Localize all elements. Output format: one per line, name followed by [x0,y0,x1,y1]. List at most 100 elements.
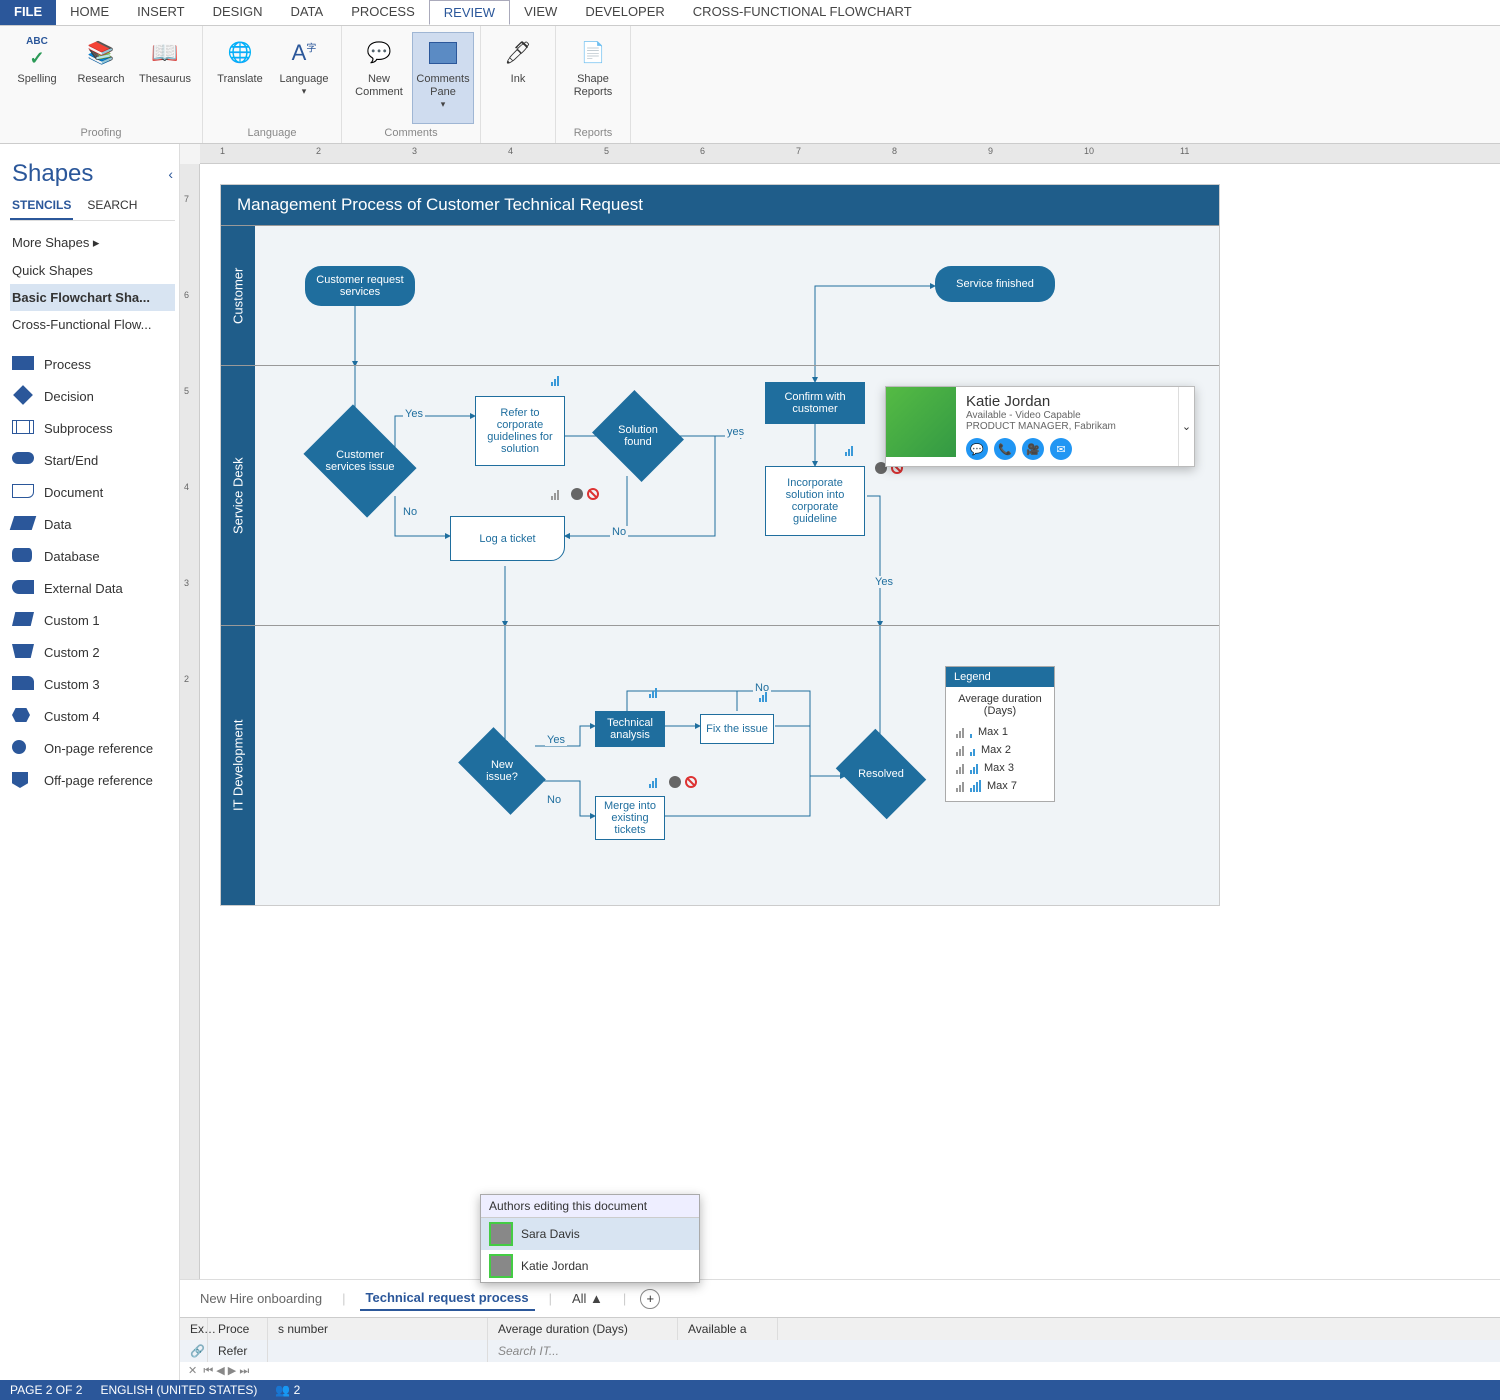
flowchart-title: Management Process of Customer Technical… [221,185,1219,225]
node-log-ticket[interactable]: Log a ticket [450,516,565,561]
comments-pane-button[interactable]: Comments Pane▾ [412,32,474,124]
col-header[interactable]: s number [268,1318,488,1340]
node-new-issue[interactable]: New issue? [465,746,539,796]
tab-cross-functional-flowchart[interactable]: CROSS-FUNCTIONAL FLOWCHART [679,0,926,25]
search-placeholder[interactable]: Search IT... [488,1340,1500,1362]
contact-name: Katie Jordan [966,393,1168,410]
node-solution-found[interactable]: Solution found [603,406,673,466]
node-refer-guidelines[interactable]: Refer to corporate guidelines for soluti… [475,396,565,466]
shape-icon [12,612,34,628]
contact-card[interactable]: Katie Jordan Available - Video Capable P… [885,386,1195,467]
mail-icon[interactable]: ✉ [1050,438,1072,460]
node-customer-issue[interactable]: Customer services issue [315,426,405,496]
new-comment-button[interactable]: 💬New Comment [348,32,410,124]
tab-view[interactable]: VIEW [510,0,571,25]
col-header[interactable]: Available a [678,1318,778,1340]
coauthor-blocked-icon [649,774,697,789]
node-resolved[interactable]: Resolved [845,746,917,802]
shape-document[interactable]: Document [10,476,175,508]
ink-button[interactable]: 🖊Ink [487,32,549,124]
collapse-icon[interactable]: ‹ [168,166,173,182]
col-header[interactable]: Average duration (Days) [488,1318,678,1340]
shape-custom-3[interactable]: Custom 3 [10,668,175,700]
lane-service-desk: Service Desk [221,366,255,625]
stencil-link[interactable]: Quick Shapes [10,257,175,284]
flowchart[interactable]: Management Process of Customer Technical… [220,184,1220,906]
node-fix-issue[interactable]: Fix the issue [700,714,774,744]
shape-start-end[interactable]: Start/End [10,444,175,476]
video-icon[interactable]: 🎥 [1022,438,1044,460]
group-label: Proofing [81,127,122,141]
call-icon[interactable]: 📞 [994,438,1016,460]
edge-no: No [401,506,419,518]
shape-reports-button[interactable]: 📄Shape Reports [562,32,624,124]
thesaurus-button[interactable]: 📖Thesaurus [134,32,196,124]
legend: Legend Average duration (Days) Max 1 Max… [945,666,1055,802]
tab-design[interactable]: DESIGN [199,0,277,25]
shape-external-data[interactable]: External Data [10,572,175,604]
page-tab[interactable]: New Hire onboarding [194,1287,328,1310]
shape-icon [12,548,34,564]
author-row[interactable]: Katie Jordan [481,1250,699,1282]
col-header[interactable]: Proce [208,1318,268,1340]
shapes-tab-stencils[interactable]: STENCILS [10,192,73,220]
cell: Refer [208,1340,268,1362]
shape-icon [12,676,34,692]
stencil-link[interactable]: Basic Flowchart Sha... [10,284,175,311]
tab-home[interactable]: HOME [56,0,123,25]
canvas-area: 1234567891011 765432 Management Process … [180,144,1500,1380]
book-icon: 📖 [149,37,181,69]
external-data-grid[interactable]: Ex… Proce s number Average duration (Day… [180,1317,1500,1380]
legend-row: Max 1 [956,723,1044,741]
stencil-link[interactable]: Cross-Functional Flow... [10,311,175,338]
shape-database[interactable]: Database [10,540,175,572]
chevron-down-icon[interactable]: ⌄ [1178,387,1194,466]
shape-subprocess[interactable]: Subprocess [10,412,175,444]
shape-data[interactable]: Data [10,508,175,540]
stencil-link[interactable]: More Shapes ▸ [10,229,175,257]
language-button[interactable]: A字Language▾ [273,32,335,124]
shape-process[interactable]: Process [10,348,175,380]
chat-icon[interactable]: 💬 [966,438,988,460]
shape-icon [12,516,34,532]
spelling-button[interactable]: ABC✓Spelling [6,32,68,124]
shape-icon [12,420,34,436]
ribbon-tabs: FILEHOMEINSERTDESIGNDATAPROCESSREVIEWVIE… [0,0,1500,26]
node-merge-tickets[interactable]: Merge into existing tickets [595,796,665,840]
status-language[interactable]: ENGLISH (UNITED STATES) [100,1383,257,1397]
expand-cell[interactable]: Ex… [180,1318,208,1340]
tab-insert[interactable]: INSERT [123,0,198,25]
canvas[interactable]: Management Process of Customer Technical… [200,164,1500,1279]
node-incorporate[interactable]: Incorporate solution into corporate guid… [765,466,865,536]
node-confirm-customer[interactable]: Confirm with customer [765,382,865,424]
author-row[interactable]: Sara Davis [481,1218,699,1250]
translate-icon: 🌐 [224,37,256,69]
shape-icon [12,580,34,596]
tab-data[interactable]: DATA [276,0,337,25]
shape-on-page-reference[interactable]: On-page reference [10,732,175,764]
page-tab-active[interactable]: Technical request process [360,1286,535,1311]
research-button[interactable]: 📚Research [70,32,132,124]
shape-custom-2[interactable]: Custom 2 [10,636,175,668]
edge-yes: yes [725,426,746,438]
node-customer-request[interactable]: Customer request services [305,266,415,306]
shape-off-page-reference[interactable]: Off-page reference [10,764,175,796]
filter-all[interactable]: All ▲ [566,1287,609,1310]
shape-custom-4[interactable]: Custom 4 [10,700,175,732]
legend-row: Max 3 [956,759,1044,777]
coauthor-blocked-icon [551,486,599,501]
node-service-finished[interactable]: Service finished [935,266,1055,302]
shapes-tab-search[interactable]: SEARCH [85,192,139,220]
tab-file[interactable]: FILE [0,0,56,25]
shape-custom-1[interactable]: Custom 1 [10,604,175,636]
status-page[interactable]: PAGE 2 OF 2 [10,1383,82,1397]
translate-button[interactable]: 🌐Translate [209,32,271,124]
shape-decision[interactable]: Decision [10,380,175,412]
add-page-button[interactable]: + [640,1289,660,1309]
coauthor-icon[interactable]: 👥 2 [275,1383,300,1397]
tab-developer[interactable]: DEVELOPER [571,0,678,25]
tab-review[interactable]: REVIEW [429,0,510,25]
magnifier-book-icon: 📚 [85,37,117,69]
node-technical-analysis[interactable]: Technical analysis [595,711,665,747]
tab-process[interactable]: PROCESS [337,0,429,25]
